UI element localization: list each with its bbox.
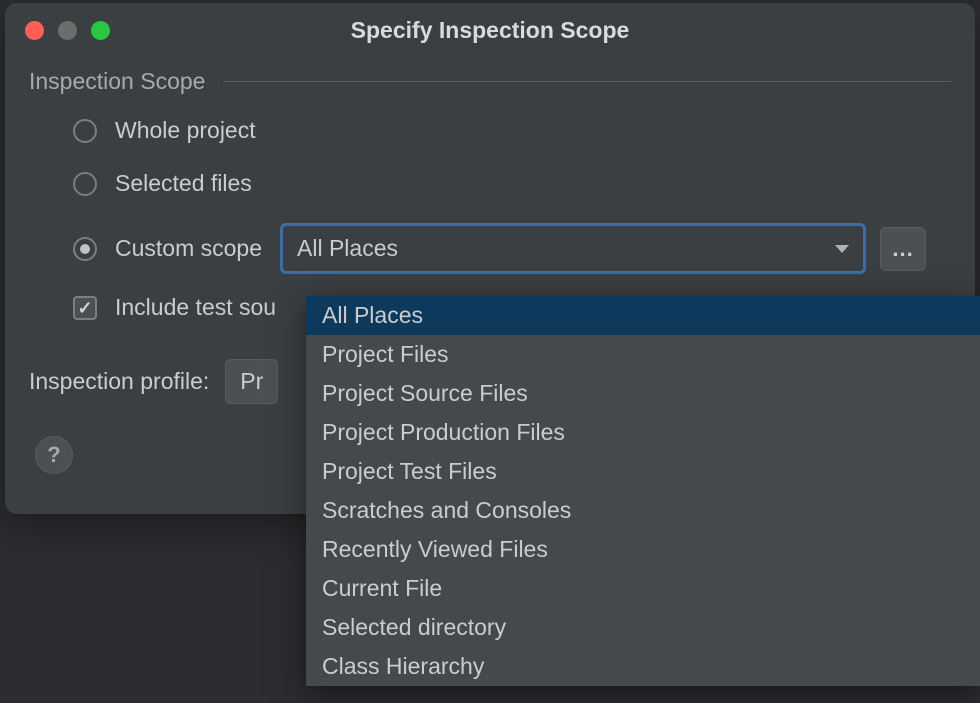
radio-label: Selected files: [115, 170, 252, 197]
radio-whole-project-row[interactable]: Whole project: [73, 117, 951, 144]
radio-label: Whole project: [115, 117, 256, 144]
minimize-icon[interactable]: [58, 21, 77, 40]
dropdown-item[interactable]: Project Production Files: [306, 413, 980, 452]
radio-icon[interactable]: [73, 237, 97, 261]
custom-scope-combobox[interactable]: All Places: [280, 223, 866, 274]
radio-custom-scope[interactable]: Custom scope: [73, 235, 262, 262]
dropdown-item[interactable]: Recently Viewed Files: [306, 530, 980, 569]
dropdown-item[interactable]: Selected directory: [306, 608, 980, 647]
dropdown-item[interactable]: Project Test Files: [306, 452, 980, 491]
dropdown-item[interactable]: Current File: [306, 569, 980, 608]
zoom-icon[interactable]: [91, 21, 110, 40]
radio-selected-files-row[interactable]: Selected files: [73, 170, 951, 197]
custom-scope-dropdown: All PlacesProject FilesProject Source Fi…: [306, 296, 980, 686]
dropdown-item[interactable]: Scratches and Consoles: [306, 491, 980, 530]
divider: [223, 81, 951, 82]
section-title: Inspection Scope: [29, 68, 205, 95]
inspection-profile-select[interactable]: Pr: [225, 359, 278, 404]
checkbox-icon[interactable]: [73, 296, 97, 320]
profile-value: Pr: [240, 368, 263, 394]
radio-custom-scope-row: Custom scope All Places ...: [73, 223, 951, 274]
dialog-title: Specify Inspection Scope: [23, 17, 957, 44]
help-button[interactable]: ?: [35, 436, 73, 474]
profile-label: Inspection profile:: [29, 368, 209, 395]
dropdown-item[interactable]: All Places: [306, 296, 980, 335]
section-header: Inspection Scope: [29, 68, 951, 95]
radio-icon[interactable]: [73, 172, 97, 196]
combo-value: All Places: [297, 235, 398, 262]
browse-scope-button[interactable]: ...: [880, 227, 926, 271]
chevron-down-icon: [835, 245, 849, 253]
help-icon: ?: [47, 442, 60, 468]
dropdown-item[interactable]: Project Files: [306, 335, 980, 374]
window-controls: [25, 21, 110, 40]
checkbox-label: Include test sou: [115, 294, 276, 321]
dropdown-item[interactable]: Project Source Files: [306, 374, 980, 413]
titlebar: Specify Inspection Scope: [5, 3, 975, 54]
custom-scope-controls: All Places ...: [280, 223, 951, 274]
dropdown-item[interactable]: Class Hierarchy: [306, 647, 980, 686]
ellipsis-icon: ...: [892, 236, 913, 262]
close-icon[interactable]: [25, 21, 44, 40]
radio-label: Custom scope: [115, 235, 262, 262]
radio-icon[interactable]: [73, 119, 97, 143]
